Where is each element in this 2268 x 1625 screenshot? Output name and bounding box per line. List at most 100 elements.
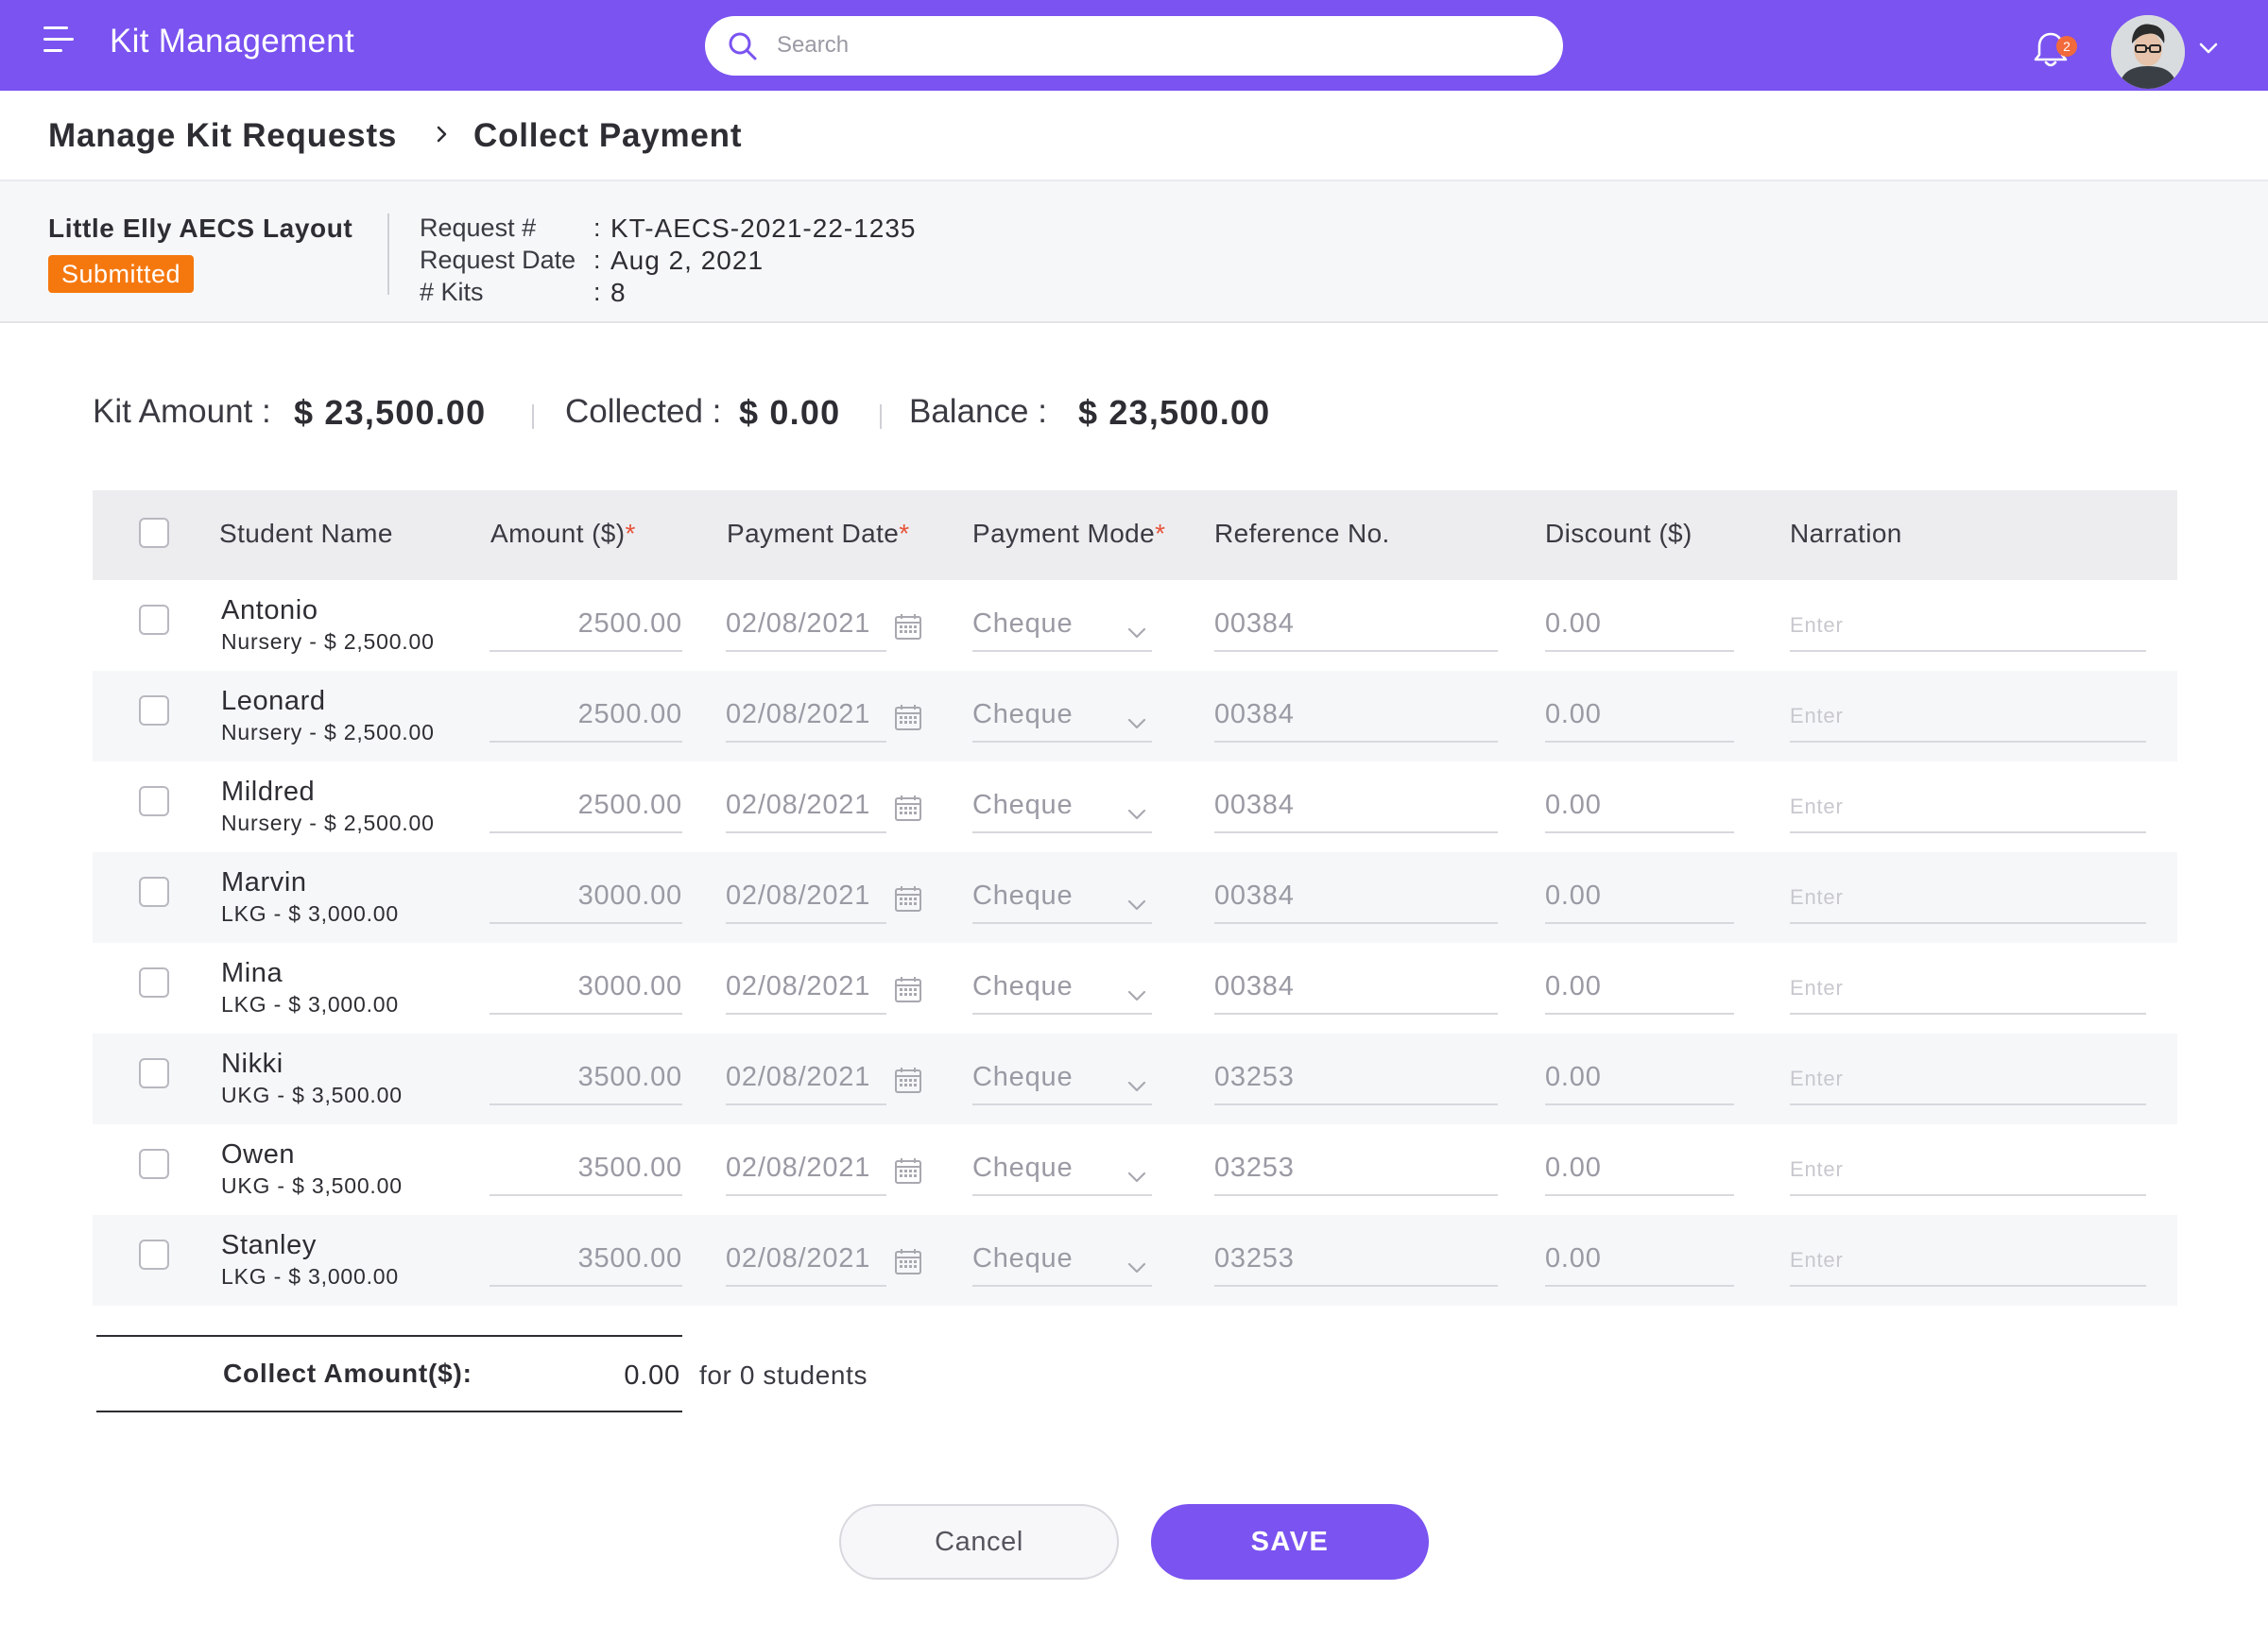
student-class-fee: Nursery - $ 2,500.00 xyxy=(221,720,435,744)
discount-input[interactable]: 0.00 xyxy=(1545,1151,1734,1196)
status-badge: Submitted xyxy=(48,255,195,293)
discount-input[interactable]: 0.00 xyxy=(1545,969,1734,1015)
payment-mode-select[interactable]: Cheque xyxy=(972,1241,1152,1287)
payment-date-input[interactable]: 02/08/2021 xyxy=(726,1060,886,1105)
payment-mode-select[interactable]: Cheque xyxy=(972,969,1152,1015)
breadcrumb-parent-link[interactable]: Manage Kit Requests xyxy=(48,117,397,155)
column-header-narration: Narration xyxy=(1790,519,1902,548)
reference-input[interactable]: 03253 xyxy=(1214,1241,1498,1287)
payment-date-input[interactable]: 02/08/2021 xyxy=(726,697,886,743)
chevron-down-icon[interactable] xyxy=(1126,627,1147,639)
student-class-fee: LKG - $ 3,000.00 xyxy=(221,1264,399,1289)
payment-mode-select[interactable]: Cheque xyxy=(972,879,1152,924)
chevron-down-icon[interactable] xyxy=(1126,1262,1147,1274)
reference-input[interactable]: 03253 xyxy=(1214,1151,1498,1196)
calendar-icon[interactable] xyxy=(894,1066,922,1094)
amount-input[interactable]: 3500.00 xyxy=(490,1060,682,1105)
amount-input[interactable]: 3000.00 xyxy=(490,969,682,1015)
chevron-down-icon[interactable] xyxy=(1126,1172,1147,1183)
chevron-down-icon[interactable] xyxy=(1126,899,1147,911)
student-class-fee: Nursery - $ 2,500.00 xyxy=(221,811,435,835)
request-date-value: Aug 2, 2021 xyxy=(610,246,765,275)
search-bar[interactable] xyxy=(705,16,1563,76)
discount-input[interactable]: 0.00 xyxy=(1545,1060,1734,1105)
avatar[interactable] xyxy=(2111,15,2185,89)
collect-student-count: for 0 students xyxy=(699,1360,868,1390)
school-name: Little Elly AECS Layout xyxy=(48,214,353,243)
row-checkbox[interactable] xyxy=(139,695,169,726)
top-bar: Kit Management 2 xyxy=(0,0,2268,91)
row-checkbox[interactable] xyxy=(139,1058,169,1088)
row-checkbox[interactable] xyxy=(139,967,169,998)
narration-input[interactable]: Enter xyxy=(1790,969,2146,1015)
payment-date-input[interactable]: 02/08/2021 xyxy=(726,969,886,1015)
notification-badge: 2 xyxy=(2056,36,2077,57)
amount-input[interactable]: 3500.00 xyxy=(490,1241,682,1287)
menu-icon[interactable] xyxy=(43,25,77,59)
kits-value: 8 xyxy=(610,278,627,307)
amount-input[interactable]: 2500.00 xyxy=(490,697,682,743)
column-header-student: Student Name xyxy=(219,519,393,548)
calendar-icon[interactable] xyxy=(894,1156,922,1185)
chevron-down-icon[interactable] xyxy=(1126,809,1147,820)
breadcrumb: Manage Kit Requests Collect Payment xyxy=(0,91,2268,181)
narration-input[interactable]: Enter xyxy=(1790,788,2146,833)
payment-date-input[interactable]: 02/08/2021 xyxy=(726,1151,886,1196)
narration-input[interactable]: Enter xyxy=(1790,879,2146,924)
row-checkbox[interactable] xyxy=(139,1149,169,1179)
payment-mode-select[interactable]: Cheque xyxy=(972,1060,1152,1105)
search-input[interactable] xyxy=(777,24,1533,67)
payment-date-input[interactable]: 02/08/2021 xyxy=(726,1241,886,1287)
chevron-down-icon[interactable] xyxy=(1126,990,1147,1001)
select-all-checkbox[interactable] xyxy=(139,518,169,548)
required-mark: * xyxy=(899,519,910,548)
chevron-down-icon[interactable] xyxy=(1126,1081,1147,1092)
cancel-button[interactable]: Cancel xyxy=(839,1504,1119,1580)
narration-input[interactable]: Enter xyxy=(1790,607,2146,652)
row-checkbox[interactable] xyxy=(139,1240,169,1270)
discount-input[interactable]: 0.00 xyxy=(1545,788,1734,833)
column-header-payment-mode: Payment Mode* xyxy=(972,519,1166,548)
chevron-down-icon[interactable] xyxy=(2198,42,2219,55)
payment-date-input[interactable]: 02/08/2021 xyxy=(726,788,886,833)
amount-input[interactable]: 2500.00 xyxy=(490,607,682,652)
reference-input[interactable]: 00384 xyxy=(1214,788,1498,833)
discount-input[interactable]: 0.00 xyxy=(1545,607,1734,652)
reference-input[interactable]: 03253 xyxy=(1214,1060,1498,1105)
payment-date-input[interactable]: 02/08/2021 xyxy=(726,607,886,652)
payment-date-input[interactable]: 02/08/2021 xyxy=(726,879,886,924)
amount-input[interactable]: 3000.00 xyxy=(490,879,682,924)
payment-mode-select[interactable]: Cheque xyxy=(972,697,1152,743)
calendar-icon[interactable] xyxy=(894,794,922,822)
row-checkbox[interactable] xyxy=(139,786,169,816)
calendar-icon[interactable] xyxy=(894,1247,922,1275)
student-name: Owen xyxy=(221,1139,296,1170)
narration-input[interactable]: Enter xyxy=(1790,697,2146,743)
amount-input[interactable]: 2500.00 xyxy=(490,788,682,833)
discount-input[interactable]: 0.00 xyxy=(1545,1241,1734,1287)
balance-label: Balance : xyxy=(909,393,1047,430)
narration-input[interactable]: Enter xyxy=(1790,1060,2146,1105)
calendar-icon[interactable] xyxy=(894,703,922,731)
app-title: Kit Management xyxy=(110,23,355,60)
payment-mode-select[interactable]: Cheque xyxy=(972,607,1152,652)
payment-mode-select[interactable]: Cheque xyxy=(972,1151,1152,1196)
reference-input[interactable]: 00384 xyxy=(1214,607,1498,652)
row-checkbox[interactable] xyxy=(139,605,169,635)
payment-mode-select[interactable]: Cheque xyxy=(972,788,1152,833)
reference-input[interactable]: 00384 xyxy=(1214,969,1498,1015)
narration-input[interactable]: Enter xyxy=(1790,1151,2146,1196)
discount-input[interactable]: 0.00 xyxy=(1545,879,1734,924)
amount-input[interactable]: 3500.00 xyxy=(490,1151,682,1196)
calendar-icon[interactable] xyxy=(894,884,922,913)
table-row: Stanley LKG - $ 3,000.00 3500.00 02/08/2… xyxy=(93,1215,2177,1306)
reference-input[interactable]: 00384 xyxy=(1214,879,1498,924)
row-checkbox[interactable] xyxy=(139,877,169,907)
calendar-icon[interactable] xyxy=(894,612,922,641)
narration-input[interactable]: Enter xyxy=(1790,1241,2146,1287)
reference-input[interactable]: 00384 xyxy=(1214,697,1498,743)
save-button[interactable]: SAVE xyxy=(1151,1504,1429,1580)
chevron-down-icon[interactable] xyxy=(1126,718,1147,729)
discount-input[interactable]: 0.00 xyxy=(1545,697,1734,743)
calendar-icon[interactable] xyxy=(894,975,922,1003)
